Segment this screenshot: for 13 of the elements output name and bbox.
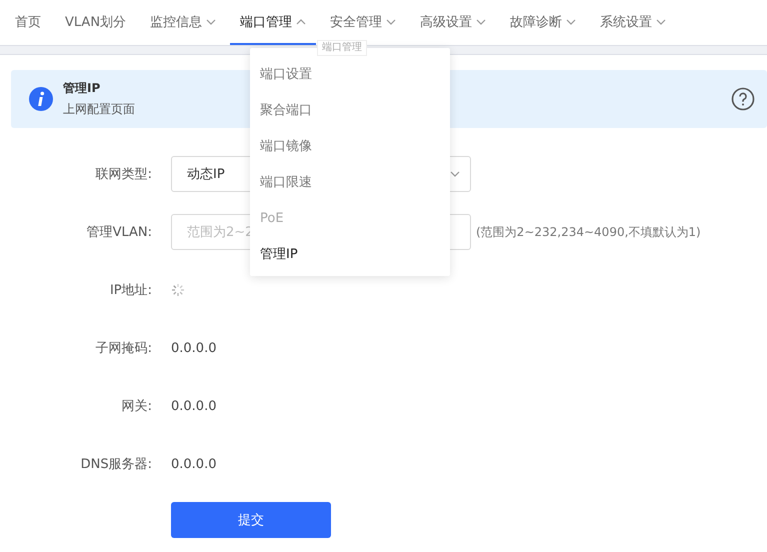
- field-label: 管理VLAN:: [86, 224, 152, 241]
- field-value: 0.0.0.0: [171, 456, 216, 472]
- field-value: 0.0.0.0: [171, 398, 216, 414]
- field-value: 0.0.0.0: [171, 340, 216, 356]
- banner-title: 管理IP: [63, 80, 100, 97]
- range-hint: (范围为2~232,234~4090,不填默认为1): [476, 224, 701, 240]
- field-label: IP地址:: [108, 282, 152, 299]
- field-label: 网关:: [120, 398, 152, 415]
- tooltip: 端口管理: [317, 40, 367, 56]
- field-label: DNS服务器:: [80, 456, 152, 473]
- field-label: 联网类型:: [94, 166, 152, 183]
- banner-subtitle: 上网配置页面: [63, 101, 135, 118]
- field-label: 子网掩码:: [94, 340, 152, 357]
